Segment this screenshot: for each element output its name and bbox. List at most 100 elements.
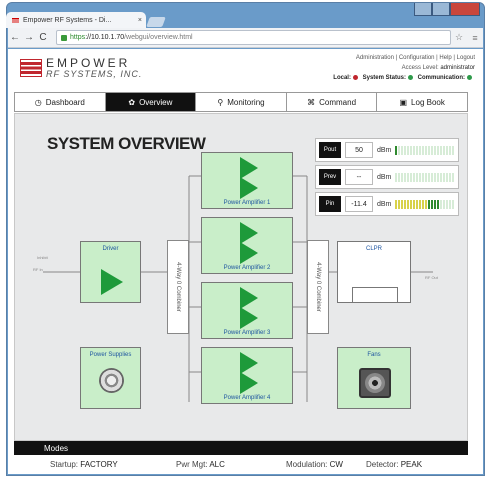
- access-level-value: administrator: [440, 65, 475, 71]
- meter-prev-value: --: [345, 169, 373, 185]
- fan-icon: [359, 368, 391, 398]
- pa4-amplifier-icon-top: [240, 352, 258, 374]
- browser-menu-icon[interactable]: ≡: [467, 33, 483, 43]
- meter-prev: Prev -- dBm: [315, 165, 459, 189]
- meter-segment: [428, 172, 431, 182]
- browser-tab[interactable]: Empower RF Systems - Di... ×: [6, 12, 146, 28]
- tab-title: Empower RF Systems - Di...: [23, 16, 112, 24]
- combiner-block[interactable]: 4-Way 0 Combiner: [307, 240, 329, 334]
- meter-segment: [434, 172, 437, 182]
- modes-title: Modes: [44, 443, 69, 453]
- local-label: Local:: [333, 75, 351, 81]
- fans-block[interactable]: Fans: [337, 347, 411, 409]
- fans-label: Fans: [367, 352, 381, 358]
- pa3-amplifier-icon-bottom: [240, 307, 258, 329]
- meter-segment: [446, 172, 449, 182]
- pwr-label: Pwr Mgt:: [176, 459, 208, 469]
- modes-status-line: Startup: FACTORY Pwr Mgt: ALC Modulation…: [14, 456, 468, 472]
- meter-pout-value: 50: [345, 142, 373, 158]
- bookmark-star-icon[interactable]: ☆: [451, 32, 467, 43]
- web-page: EMPOWER RF SYSTEMS, INC. Administration …: [8, 49, 483, 474]
- meter-prev-label: Prev: [319, 169, 341, 185]
- pa1-amplifier-icon-bottom: [240, 177, 258, 199]
- meter-segment: [437, 145, 440, 155]
- power-amplifier-3[interactable]: Power Amplifier 3: [201, 282, 293, 339]
- tab-command[interactable]: ⌘ Command: [287, 93, 378, 111]
- url-host: ://10.10.1.70: [85, 34, 125, 41]
- power-supplies-label: Power Supplies: [89, 352, 132, 358]
- meter-segment: [395, 199, 398, 209]
- pa4-amplifier-icon-bottom: [240, 372, 258, 394]
- overview-panel: SYSTEM OVERVIEW Pout 50 dBm Prev -- dBm …: [14, 113, 468, 441]
- modulation-value: CW: [329, 459, 343, 469]
- tab-overview[interactable]: ✿ Overview: [105, 93, 197, 111]
- clpr-label: CLPR: [365, 246, 382, 252]
- meter-segment: [413, 199, 416, 209]
- meter-segment: [419, 145, 422, 155]
- power-amplifier-1[interactable]: Power Amplifier 1: [201, 152, 293, 209]
- maximize-button[interactable]: [432, 3, 450, 16]
- modulation-label: Modulation:: [286, 459, 328, 469]
- address-bar[interactable]: https ://10.10.1.70 /webgui/overview.htm…: [56, 30, 451, 45]
- tab-monitoring-label: Monitoring: [227, 97, 265, 107]
- meter-segment: [428, 145, 431, 155]
- local-status-icon: [352, 74, 358, 80]
- meter-segment: [398, 172, 401, 182]
- logo-text-sub: RF SYSTEMS, INC.: [46, 69, 143, 79]
- meter-segment: [395, 172, 398, 182]
- meter-pin-value: -11.4: [345, 196, 373, 212]
- startup-value: FACTORY: [80, 459, 118, 469]
- meter-segment: [407, 145, 410, 155]
- power-supplies-block[interactable]: Power Supplies: [80, 347, 141, 409]
- meter-segment: [425, 145, 428, 155]
- combiner-label: 4-Way 0 Combiner: [315, 262, 321, 312]
- close-window-button[interactable]: [450, 3, 480, 16]
- meter-segment: [416, 172, 419, 182]
- power-amplifier-4[interactable]: Power Amplifier 4: [201, 347, 293, 404]
- meter-segment: [452, 199, 455, 209]
- meter-segment: [395, 145, 398, 155]
- system-status-icon: [407, 74, 413, 80]
- startup-mode: Startup: FACTORY: [50, 460, 118, 469]
- search-icon: ⚲: [217, 97, 224, 107]
- meter-segment: [437, 199, 440, 209]
- tab-close-icon[interactable]: ×: [138, 17, 142, 24]
- divider-label: 4-Way 0 Combiner: [175, 262, 181, 312]
- power-supply-icon: [99, 368, 124, 393]
- meter-segment: [446, 145, 449, 155]
- tab-logbook-label: Log Book: [411, 97, 445, 107]
- meter-prev-bar: [395, 172, 455, 182]
- startup-label: Startup:: [50, 459, 79, 469]
- tab-monitoring[interactable]: ⚲ Monitoring: [196, 93, 287, 111]
- communication-status-icon: [467, 74, 472, 80]
- meter-segment: [398, 199, 401, 209]
- driver-block[interactable]: Driver: [80, 241, 141, 303]
- header-info: Administration | Configuration | Help | …: [333, 53, 475, 83]
- page-title: SYSTEM OVERVIEW: [47, 134, 206, 153]
- back-icon[interactable]: ←: [8, 32, 22, 43]
- meter-prev-unit: dBm: [377, 173, 392, 181]
- reload-icon[interactable]: C: [36, 32, 50, 43]
- gear-icon: ✿: [128, 97, 136, 107]
- meter-segment: [422, 145, 425, 155]
- meter-segment: [416, 145, 419, 155]
- rf-in-label: RF In: [33, 267, 43, 272]
- minimize-button[interactable]: [414, 3, 432, 16]
- meter-segment: [422, 199, 425, 209]
- detector-label: Detector:: [366, 459, 399, 469]
- divider-block[interactable]: 4-Way 0 Combiner: [167, 240, 189, 334]
- meter-segment: [431, 172, 434, 182]
- driver-amplifier-icon: [101, 269, 123, 295]
- power-amplifier-2[interactable]: Power Amplifier 2: [201, 217, 293, 274]
- tab-logbook[interactable]: ▣ Log Book: [377, 93, 467, 111]
- main-nav: ◷ Dashboard ✿ Overview ⚲ Monitoring ⌘ Comman…: [14, 92, 468, 112]
- meter-segment: [449, 199, 452, 209]
- clpr-block[interactable]: CLPR: [337, 241, 411, 303]
- power-meters: Pout 50 dBm Prev -- dBm Pin -11.4 dBm: [315, 138, 459, 219]
- command-icon: ⌘: [307, 97, 316, 107]
- tab-dashboard[interactable]: ◷ Dashboard: [15, 93, 106, 111]
- header-links[interactable]: Administration | Configuration | Help | …: [333, 53, 475, 63]
- meter-segment: [425, 172, 428, 182]
- forward-icon[interactable]: →: [22, 32, 36, 43]
- meter-segment: [434, 145, 437, 155]
